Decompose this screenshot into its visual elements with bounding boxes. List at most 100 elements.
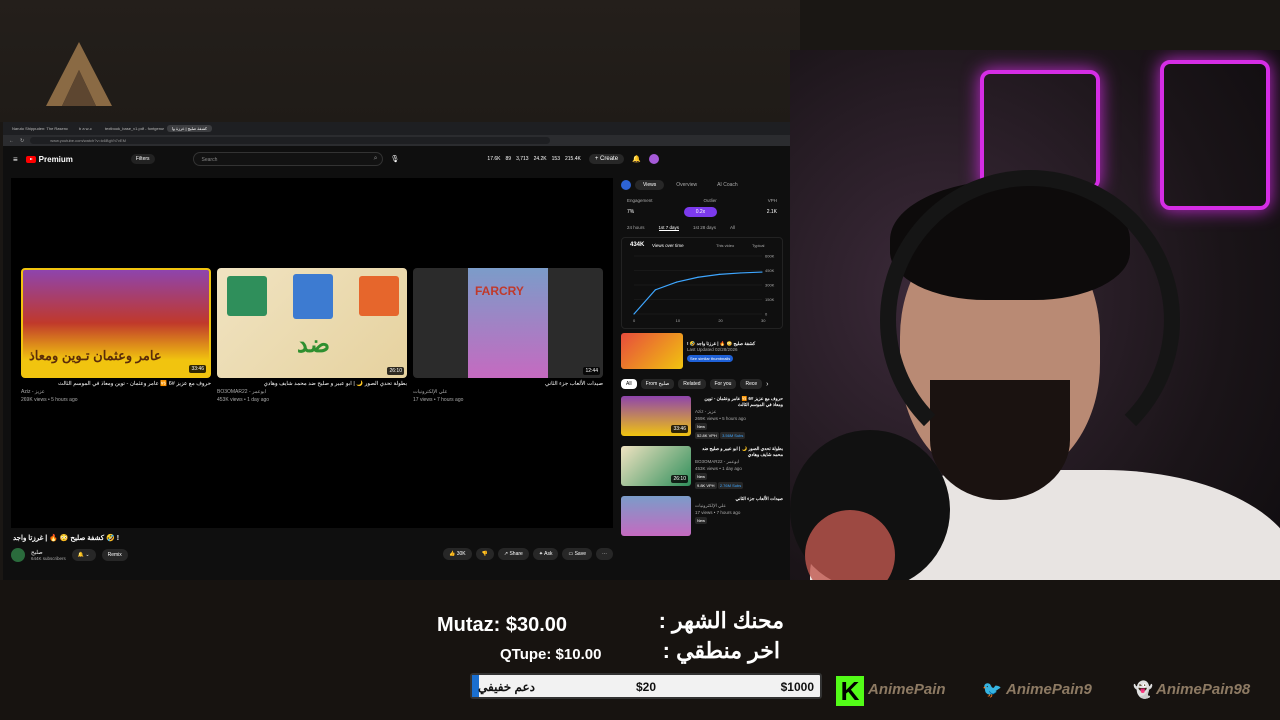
stat: 24.2K [533,156,547,162]
rec-title[interactable]: صيدات الألعاب جزء الثاني [695,496,783,502]
rec-title[interactable]: حروف مع عزيز #6 🆚 عامر وعثمان - توين ومع… [695,396,783,408]
endscreen-card[interactable]: ضد 26:10 بطولة تحدي الصور 🌙 | ابو عبير و… [217,268,407,403]
card-channel[interactable]: Aziz - عزيز [21,389,211,395]
duration-badge: 26:10 [671,475,688,483]
youtube-logo[interactable]: Premium [25,155,73,164]
new-badge: New [695,473,708,480]
rec-thumbnail[interactable]: 33:46 [621,396,691,436]
goal-current: $20 [636,680,657,694]
see-similar-button[interactable]: See similar thumbnails [687,354,734,362]
rec-info: بطولة تحدي الصور 🌙 | ابو عبير و صليح ضد … [695,446,783,489]
url-field[interactable]: www.youtube.com/watch?v=ic6BgVh7vEM [30,137,551,144]
card-channel[interactable]: BO3OMAR22 - ابوعمر [217,389,407,395]
last-donor-title: اخر منطقي : [662,638,780,663]
back-icon[interactable]: ← [9,138,14,144]
subs-badge: 2.76M Subs [717,482,744,489]
x-tick-label: 0 [633,318,636,323]
thumb-text: FARCRY [475,284,524,298]
chip-related[interactable]: Related [678,379,706,389]
kick-icon: K [836,676,864,706]
card-thumbnail[interactable]: FARCRY 12:44 [413,268,603,378]
card-thumbnail[interactable]: عامر وعثمان تـوين ومعاذ 33:46 [21,268,211,378]
create-button[interactable]: + Create [588,154,625,164]
tab-ai-coach[interactable]: AI Coach [709,180,746,190]
data-point [761,271,763,273]
browser-tab[interactable]: b a w-c [74,125,97,132]
save-button[interactable]: ▭ Save [562,548,592,560]
range-tab[interactable]: 1st 28 days [693,225,716,231]
bell-icon[interactable]: 🔔 [632,155,641,163]
rec-thumbnail[interactable]: 26:10 [621,446,691,486]
endscreen-card[interactable]: FARCRY 12:44 صيدات الألعاب جزء الثاني عل… [413,268,603,403]
vph-badge: 52.8K VPH [695,432,719,439]
rec-meta: 453K views • 1 day ago [695,466,742,471]
duration-badge: 26:10 [387,367,404,375]
ask-button[interactable]: ✦ Ask [532,548,559,560]
card-title[interactable]: بطولة تحدي الصور 🌙 | ابو عبير و صليح ضد … [217,381,407,387]
chevron-right-icon[interactable]: › [766,381,768,388]
rec-title[interactable]: بطولة تحدي الصور 🌙 | ابو عبير و صليح ضد … [695,446,783,458]
recommendation-item[interactable]: 33:46 حروف مع عزيز #6 🆚 عامر وعثمان - تو… [621,396,783,439]
browser-tab[interactable]: Naruto Shippuden: The Rasenc [7,125,71,132]
channel-avatar[interactable] [11,548,25,562]
action-buttons: 👍 30K 👎 ↗ Share ✦ Ask ▭ Save ⋯ [443,548,613,560]
y-tick-label: 0 [765,312,768,317]
data-point [740,272,742,274]
rec-thumbnail[interactable] [621,496,691,536]
goal-label: دعم خفيفي [478,680,536,694]
tab-overview[interactable]: Overview [668,180,705,190]
duration-badge: 33:46 [189,365,206,373]
video-title: كشفة صليح 😳 🔥 | غرزتا واجد 🤣 ! [13,535,120,542]
range-tab-active[interactable]: 1st 7 days [658,225,680,231]
rec-channel[interactable]: Aziz - عزيز [695,409,783,415]
stat: 215.4K [565,156,581,162]
filter-chips: All From صليح Related For you Rece › [621,379,783,389]
card-channel[interactable]: علي الإلكترونيات [413,389,603,395]
subscriber-count: 644K subscribers [31,555,66,561]
recommendation-item[interactable]: صيدات الألعاب جزء الثاني علي الإلكترونيا… [621,496,783,536]
data-point [654,289,656,291]
outlier-value: 0.2x [683,207,718,217]
range-tab[interactable]: All [730,225,735,231]
rec-channel[interactable]: BO3OMAR22 - ابوعمر [695,459,783,465]
snapchat-icon: 👻 [1133,682,1153,699]
series-line [633,271,763,315]
dislike-button[interactable]: 👎 [475,548,494,560]
filters-button[interactable]: Filters [130,154,155,164]
reload-icon[interactable]: ↻ [20,138,24,144]
search-input[interactable]: Search ⌕ [192,152,383,166]
card-thumbnail[interactable]: ضد 26:10 [217,268,407,378]
channel-info: صليح 644K subscribers [31,550,66,561]
avatar[interactable] [648,154,659,164]
strip-info: كشفة صليح 😳 🔥 | غرزتا واجد 🤣 ! Last Upda… [687,341,755,362]
strip-title: كشفة صليح 😳 🔥 | غرزتا واجد 🤣 ! [687,340,756,346]
notify-button[interactable]: 🔔 ⌄ [71,549,96,561]
browser-tab[interactable]: textbook_base_v1.pdf - fontgenus [100,125,164,132]
card-title[interactable]: صيدات الألعاب جزء الثاني [413,381,603,387]
chip-for-you[interactable]: For you [709,379,737,389]
tab-views[interactable]: Views [635,180,665,190]
range-tab[interactable]: 24 hours [627,225,645,231]
share-button[interactable]: ↗ Share [497,548,529,560]
chip-from-channel[interactable]: From صليح [640,379,675,389]
rec-channel[interactable]: علي الإلكترونيات [695,503,783,509]
new-badge: New [695,517,708,524]
menu-icon[interactable]: ≡ [13,155,18,164]
remix-button[interactable]: Remix [101,549,128,561]
card-title[interactable]: حروف مع عزيز #6 🆚 عامر وعثمان - توين ومع… [21,381,211,387]
recommendation-item[interactable]: 26:10 بطولة تحدي الصور 🌙 | ابو عبير و صل… [621,446,783,489]
chip-all[interactable]: All [621,379,637,389]
stat: 3,713 [516,156,529,162]
video-player[interactable]: عامر وعثمان تـوين ومعاذ 33:46 حروف مع عز… [11,178,613,528]
neon-light [1160,60,1270,210]
chip-recent[interactable]: Rece [740,379,763,389]
mic-icon[interactable]: 🎙 [391,155,400,163]
search-icon[interactable]: ⌕ [374,155,378,163]
stat: 17.6K [487,156,501,162]
more-button[interactable]: ⋯ [596,548,613,560]
subs-badge: 3.56M Subs [720,432,746,439]
endscreen-card[interactable]: عامر وعثمان تـوين ومعاذ 33:46 حروف مع عز… [21,268,211,403]
y-tick-label: 600K [765,254,775,259]
browser-tab-active[interactable]: كشفة صليح | غرزة وا [166,125,212,132]
like-button[interactable]: 👍 30K [443,548,472,560]
